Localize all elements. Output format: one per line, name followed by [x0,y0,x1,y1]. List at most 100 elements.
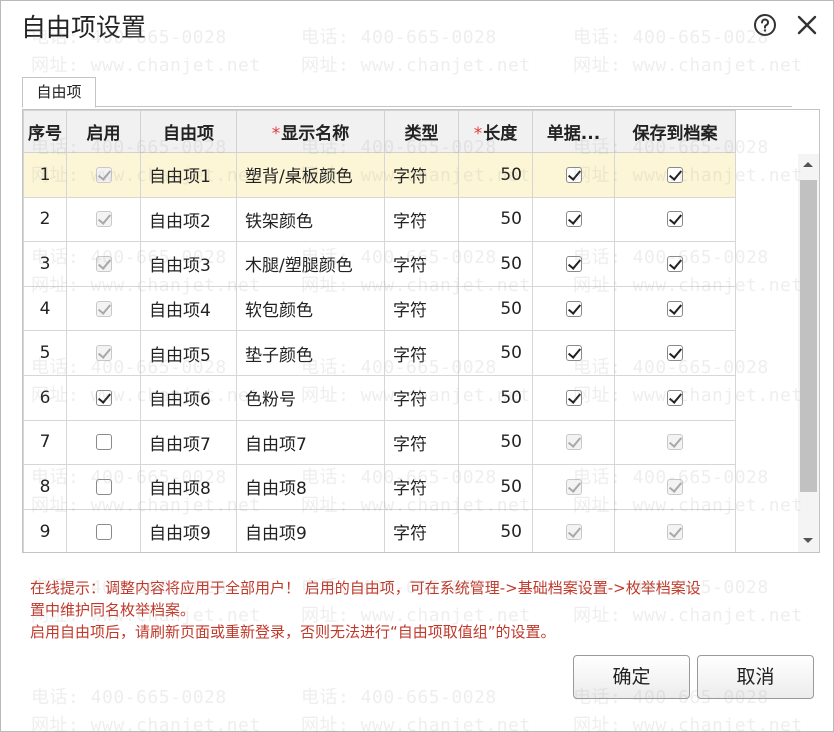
length-cell[interactable]: 50 [458,152,533,198]
enable-cell [66,330,141,376]
type-cell[interactable]: 字符 [384,419,459,466]
doc-checkbox[interactable] [565,389,582,406]
type-cell[interactable]: 字符 [384,330,459,376]
table-row[interactable]: 6 自由项6 色粉号 字符 50 [23,374,736,421]
header-doc[interactable]: 单据... [532,110,615,153]
watermark-site: 网址: www.chanjet.net [301,55,531,76]
close-icon[interactable] [795,13,819,37]
header-length[interactable]: *长度 [458,110,533,153]
tab-free-items[interactable]: 自由项 [22,77,96,108]
row-number: 2 [23,196,67,243]
free-item-name: 自由项8 [140,464,237,510]
display-name-cell[interactable]: 自由项7 [236,419,385,466]
table-row[interactable]: 2 自由项2 铁架颜色 字符 50 [23,196,736,243]
row-number: 1 [23,152,67,198]
enable-cell [66,464,141,510]
header-length-label: 长度 [483,124,518,144]
length-cell[interactable]: 50 [458,419,533,466]
header-display-name[interactable]: *显示名称 [236,110,385,153]
hint-line-2: 置中维护同名枚举档案。 [30,601,196,619]
confirm-button[interactable]: 确定 [573,655,690,699]
save-to-archive-checkbox[interactable] [667,255,683,272]
type-cell[interactable]: 字符 [384,196,459,243]
watermark-phone: 电话: 400-665-0028 [301,687,497,708]
table-row[interactable]: 9 自由项9 自由项9 字符 50 [23,508,736,552]
enable-checkbox[interactable] [95,434,112,451]
table-row[interactable]: 8 自由项8 自由项8 字符 50 [23,464,736,510]
table-row[interactable]: 1 自由项1 塑背/桌板颜色 字符 50 [23,152,736,198]
table-header-row: 序号 启用 自由项 *显示名称 类型 *长度 单据... 保存到档案 [23,110,736,153]
length-cell[interactable]: 50 [458,196,533,243]
help-icon[interactable] [753,13,777,37]
type-cell[interactable]: 字符 [384,464,459,510]
type-cell[interactable]: 字符 [384,285,459,332]
save-to-archive-checkbox [667,478,683,495]
length-cell[interactable]: 50 [458,330,533,376]
hint-line-1: 在线提示：调整内容将应用于全部用户！ 启用的自由项，可在系统管理->基础档案设置… [30,579,701,597]
enable-checkbox [95,300,112,317]
doc-checkbox[interactable] [565,345,582,362]
free-items-table: 序号 启用 自由项 *显示名称 类型 *长度 单据... 保存到档案 1 自由项1… [23,110,736,552]
doc-checkbox[interactable] [565,300,582,317]
length-cell[interactable]: 50 [458,241,533,287]
length-cell[interactable]: 50 [458,508,533,552]
save-to-archive-checkbox[interactable] [667,389,683,406]
scroll-thumb[interactable] [800,180,817,492]
save-to-archive-checkbox[interactable] [667,211,683,228]
display-name-cell[interactable]: 铁架颜色 [236,196,385,243]
length-cell[interactable]: 50 [458,285,533,332]
vertical-scrollbar[interactable] [798,154,819,552]
free-item-settings-dialog: 自由项设置 自由项 序号 启用 自由项 *显示名称 类型 *长度 单据... 保… [0,0,834,732]
doc-checkbox[interactable] [565,211,582,228]
save-to-archive-cell [614,464,736,510]
enable-checkbox[interactable] [95,389,112,406]
header-save-to-archive[interactable]: 保存到档案 [614,110,736,153]
header-type[interactable]: 类型 [384,110,459,153]
row-number: 3 [23,241,67,287]
doc-cell [532,196,615,243]
enable-checkbox[interactable] [95,478,112,495]
type-cell[interactable]: 字符 [384,374,459,421]
display-name-cell[interactable]: 垫子颜色 [236,330,385,376]
header-item[interactable]: 自由项 [140,110,237,153]
display-name-cell[interactable]: 木腿/塑腿颜色 [236,241,385,287]
enable-cell [66,196,141,243]
table-row[interactable]: 4 自由项4 软包颜色 字符 50 [23,285,736,332]
save-to-archive-checkbox[interactable] [667,166,683,183]
save-to-archive-checkbox[interactable] [667,300,683,317]
doc-cell [532,152,615,198]
display-name-cell[interactable]: 自由项8 [236,464,385,510]
display-name-cell[interactable]: 自由项9 [236,508,385,552]
enable-checkbox[interactable] [95,523,112,540]
display-name-cell[interactable]: 塑背/桌板颜色 [236,152,385,198]
free-item-name: 自由项4 [140,285,237,332]
display-name-cell[interactable]: 软包颜色 [236,285,385,332]
header-enable[interactable]: 启用 [66,110,141,153]
scroll-down-button[interactable] [798,530,819,550]
hint-line-3: 启用自由项后，请刷新页面或重新登录，否则无法进行“自由项取值组”的设置。 [30,623,556,641]
header-no[interactable]: 序号 [23,110,67,153]
watermark-site: 网址: www.chanjet.net [31,715,261,732]
required-mark: * [271,124,281,144]
table-row[interactable]: 5 自由项5 垫子颜色 字符 50 [23,330,736,376]
cancel-button[interactable]: 取消 [697,655,814,699]
enable-checkbox [95,255,112,272]
length-cell[interactable]: 50 [458,464,533,510]
doc-cell [532,374,615,421]
doc-checkbox[interactable] [565,166,582,183]
watermark-site: 网址: www.chanjet.net [301,715,531,732]
doc-checkbox[interactable] [565,255,582,272]
enable-checkbox [95,211,112,228]
table-row[interactable]: 3 自由项3 木腿/塑腿颜色 字符 50 [23,241,736,287]
type-cell[interactable]: 字符 [384,152,459,198]
save-to-archive-checkbox[interactable] [667,345,683,362]
doc-checkbox [565,434,582,451]
scroll-up-button[interactable] [798,154,819,174]
type-cell[interactable]: 字符 [384,241,459,287]
length-cell[interactable]: 50 [458,374,533,421]
doc-cell [532,285,615,332]
type-cell[interactable]: 字符 [384,508,459,552]
display-name-cell[interactable]: 色粉号 [236,374,385,421]
doc-cell [532,508,615,552]
table-row[interactable]: 7 自由项7 自由项7 字符 50 [23,419,736,466]
